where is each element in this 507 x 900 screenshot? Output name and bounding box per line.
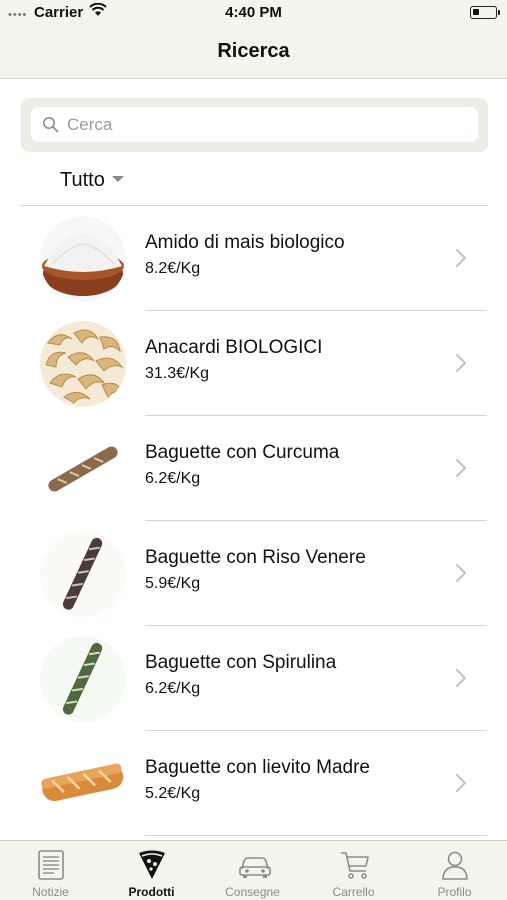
chevron-right-icon — [455, 563, 467, 583]
chevron-right-icon — [455, 458, 467, 478]
row-divider — [145, 835, 487, 836]
status-time: 4:40 PM — [225, 4, 282, 21]
product-price: 5.9€/Kg — [145, 575, 201, 592]
tab-bar: Notizie Prodotti Consegne Carrello Profi… — [0, 840, 507, 900]
tab-consegne[interactable]: Consegne — [202, 841, 303, 900]
product-row[interactable]: Baguette con Riso Venere 5.9€/Kg — [0, 521, 507, 626]
search-icon — [43, 117, 59, 133]
product-row[interactable]: Baguette con Curcuma 6.2€/Kg — [0, 416, 507, 521]
chevron-down-icon — [111, 176, 124, 182]
product-name: Baguette con Riso Venere — [145, 547, 366, 568]
tab-label: Carrello — [332, 885, 375, 899]
product-image — [40, 531, 126, 617]
chevron-right-icon — [455, 248, 467, 268]
tab-carrello[interactable]: Carrello — [303, 841, 404, 900]
category-filter-label: Tutto — [60, 168, 105, 191]
top-bar: •••• Carrier 4:40 PM Ricerca — [0, 0, 507, 79]
product-name: Baguette con Spirulina — [145, 652, 337, 673]
product-image — [40, 426, 126, 512]
tab-notizie[interactable]: Notizie — [0, 841, 101, 900]
status-bar: •••• Carrier 4:40 PM — [0, 0, 507, 26]
page-title: Ricerca — [217, 40, 290, 62]
chevron-right-icon — [455, 353, 467, 373]
product-price: 5.2€/Kg — [145, 785, 201, 802]
tab-label: Profilo — [437, 885, 472, 899]
product-price: 31.3€/Kg — [145, 365, 210, 382]
cart-icon — [341, 852, 369, 879]
product-price: 8.2€/Kg — [145, 260, 201, 277]
product-image — [40, 321, 126, 407]
product-price: 6.2€/Kg — [145, 680, 201, 697]
product-list: Amido di mais biologico 8.2€/Kg Anacardi… — [0, 206, 507, 836]
news-icon — [38, 850, 64, 880]
search-field[interactable] — [31, 107, 478, 142]
search-bar — [21, 98, 488, 152]
pizza-slice-icon — [139, 850, 165, 879]
category-filter-dropdown[interactable]: Tutto — [60, 167, 124, 193]
tab-prodotti[interactable]: Prodotti — [101, 841, 202, 900]
profile-icon — [442, 851, 468, 880]
product-name: Amido di mais biologico — [145, 232, 345, 253]
product-image — [40, 741, 126, 827]
product-image — [40, 216, 126, 302]
tab-label: Notizie — [32, 885, 69, 899]
product-name: Anacardi BIOLOGICI — [145, 337, 323, 358]
product-name: Baguette con lievito Madre — [145, 757, 370, 778]
product-row[interactable]: Anacardi BIOLOGICI 31.3€/Kg — [0, 311, 507, 416]
search-input[interactable] — [67, 107, 467, 142]
tab-label: Prodotti — [128, 885, 175, 899]
product-row[interactable]: Baguette con lievito Madre 5.2€/Kg — [0, 731, 507, 836]
car-icon — [239, 857, 271, 878]
product-image — [40, 636, 126, 722]
chevron-right-icon — [455, 773, 467, 793]
battery-icon — [470, 6, 500, 19]
chevron-right-icon — [455, 668, 467, 688]
product-name: Baguette con Curcuma — [145, 442, 340, 463]
product-row[interactable]: Amido di mais biologico 8.2€/Kg — [0, 206, 507, 311]
tab-profilo[interactable]: Profilo — [404, 841, 505, 900]
product-price: 6.2€/Kg — [145, 470, 201, 487]
tab-label: Consegne — [225, 885, 280, 899]
product-row[interactable]: Baguette con Spirulina 6.2€/Kg — [0, 626, 507, 731]
